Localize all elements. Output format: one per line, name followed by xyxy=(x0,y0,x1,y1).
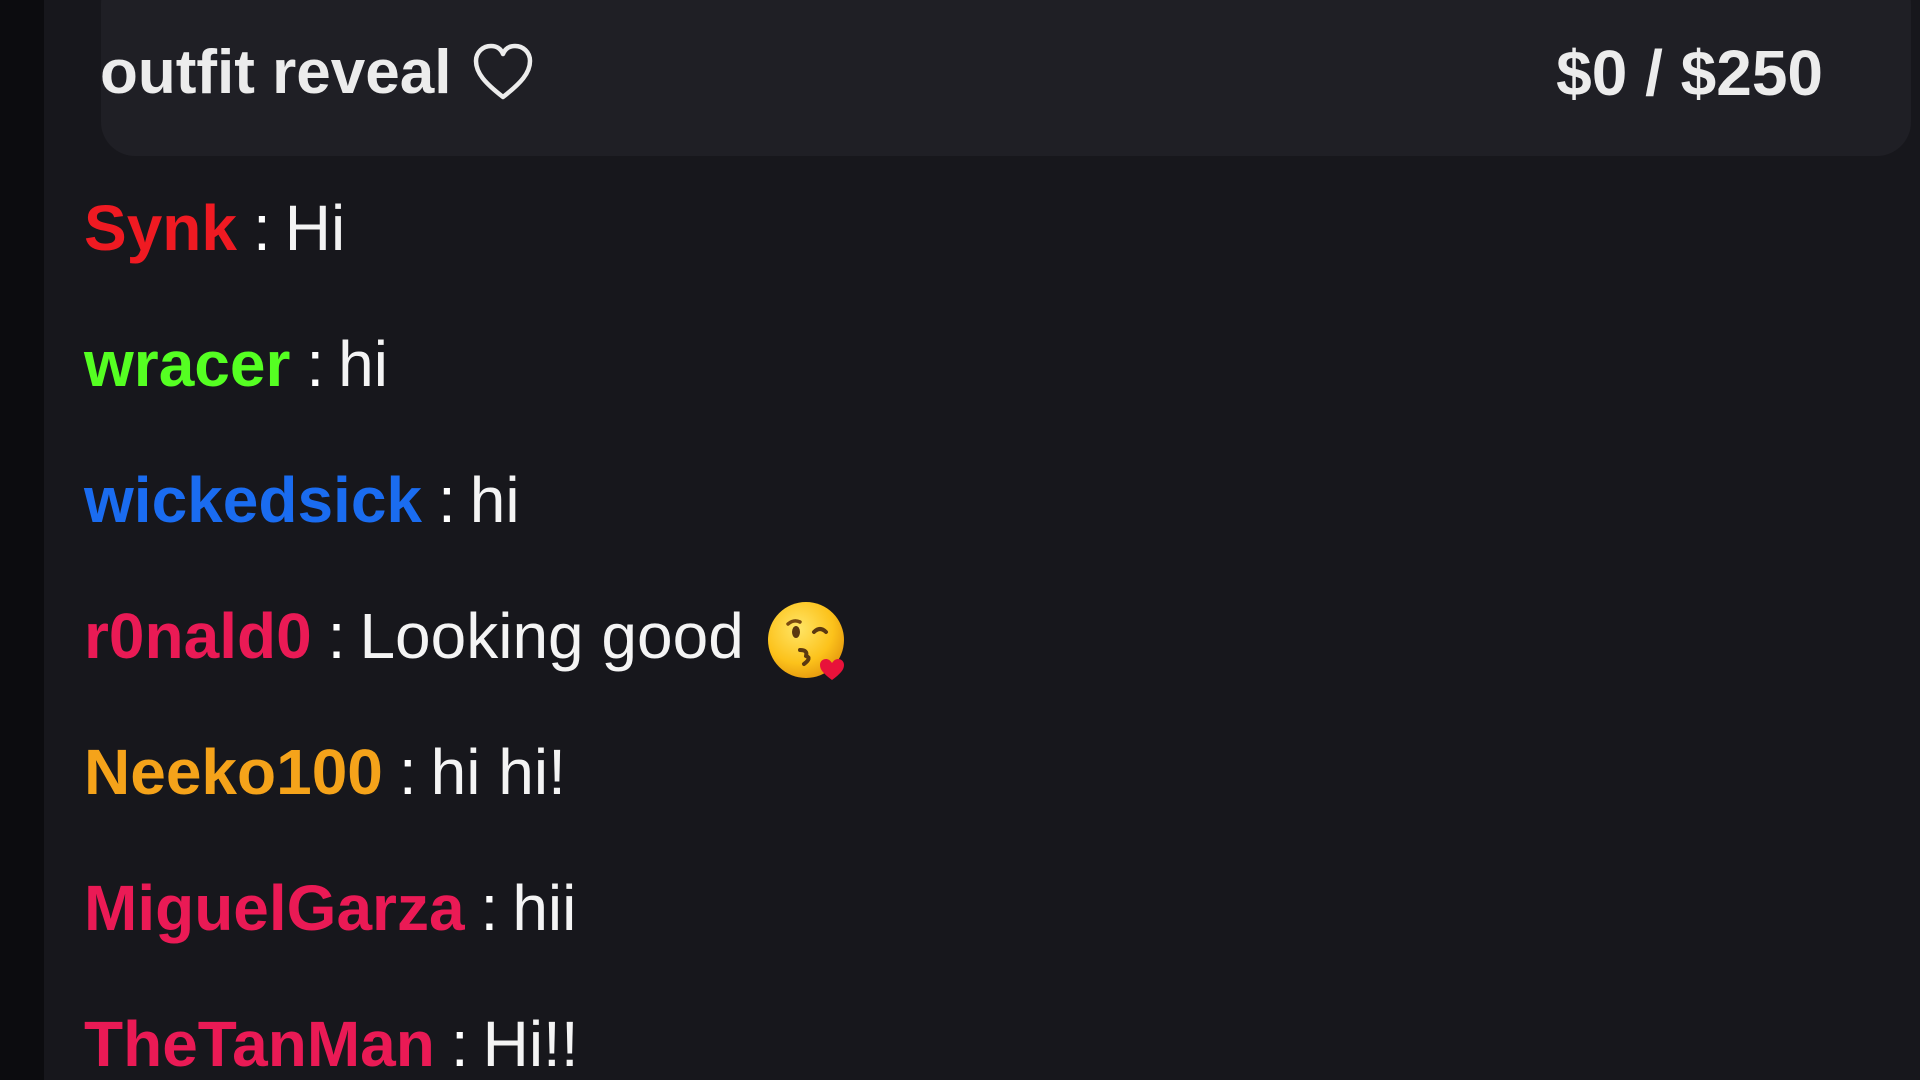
chat-separator: : xyxy=(480,872,499,944)
chat-message-text: Hi!! xyxy=(482,1008,579,1080)
chat-separator: : xyxy=(327,600,346,672)
chat-separator: : xyxy=(252,192,271,264)
chat-message-list: Synk : Hi wracer : hi wickedsick : hi r0… xyxy=(84,160,1864,1080)
kissing-heart-face-icon xyxy=(766,598,850,682)
chat-separator: : xyxy=(438,464,456,536)
chat-separator: : xyxy=(398,736,417,808)
chat-message-text: hii xyxy=(512,872,577,944)
chat-username[interactable]: Synk xyxy=(84,180,237,276)
left-rail xyxy=(0,0,44,1080)
chat-username[interactable]: r0nald0 xyxy=(84,588,312,684)
chat-separator: : xyxy=(450,1008,469,1080)
chat-message-text: Looking good xyxy=(359,600,744,672)
chat-username[interactable]: TheTanMan xyxy=(84,996,435,1080)
goal-amount: $0 / $250 xyxy=(1556,37,1823,109)
chat-message: wickedsick : hi xyxy=(84,432,1864,568)
chat-message-text: hi xyxy=(469,464,520,536)
goal-title: outfit reveal xyxy=(100,30,535,116)
chat-message-text: hi hi! xyxy=(430,736,566,808)
chat-message: TheTanMan : Hi!! xyxy=(84,976,1864,1080)
chat-message: wracer : hi xyxy=(84,296,1864,432)
chat-message: Neeko100 : hi hi! xyxy=(84,704,1864,840)
chat-username[interactable]: MiguelGarza xyxy=(84,860,465,956)
chat-username[interactable]: Neeko100 xyxy=(84,724,383,820)
chat-message: Synk : Hi xyxy=(84,160,1864,296)
goal-title-text: outfit reveal xyxy=(100,38,452,107)
chat-message-text: hi xyxy=(338,328,388,400)
chat-username[interactable]: wickedsick xyxy=(84,452,422,548)
chat-username[interactable]: wracer xyxy=(84,316,290,412)
chat-message: MiguelGarza : hii xyxy=(84,840,1864,976)
chat-message-text: Hi xyxy=(284,192,346,264)
heart-outline-icon xyxy=(471,41,535,105)
chat-separator: : xyxy=(306,328,325,400)
chat-message: r0nald0 : Looking good xyxy=(84,568,1864,704)
